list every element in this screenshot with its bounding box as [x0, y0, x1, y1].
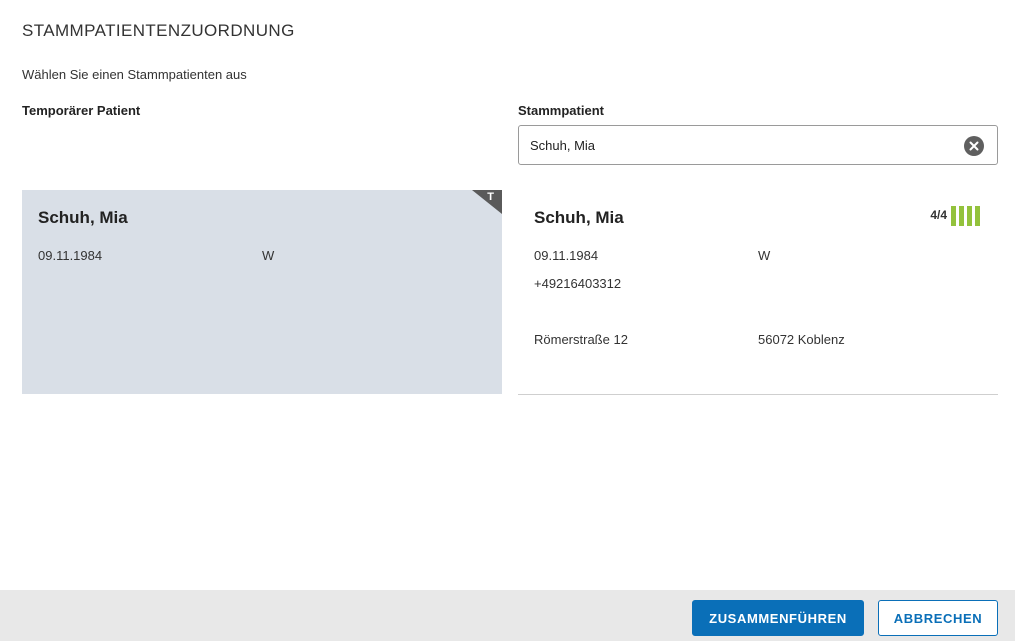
- temporary-patient-gender: W: [262, 248, 275, 263]
- master-patient-name: Schuh, Mia: [534, 208, 624, 227]
- master-patient-search-input[interactable]: [519, 126, 960, 164]
- close-icon: [969, 141, 979, 151]
- temporary-badge-label: T: [487, 191, 494, 203]
- master-patient-gender: W: [758, 248, 771, 263]
- dialog-title: STAMMPATIENTENZUORDNUNG: [22, 21, 295, 40]
- master-patient-street: Römerstraße 12: [534, 332, 628, 347]
- match-bar: [975, 206, 980, 226]
- master-patient-birthdate: 09.11.1984: [534, 248, 599, 263]
- match-score: 4/4: [930, 208, 947, 222]
- master-patient-search: [518, 125, 998, 165]
- temporary-patient-birthdate: 09.11.1984: [38, 248, 103, 263]
- temporary-patient-label: Temporärer Patient: [22, 103, 141, 118]
- match-bar: [951, 206, 956, 226]
- master-patient-label: Stammpatient: [518, 103, 604, 118]
- match-bar: [959, 206, 964, 226]
- dialog-footer: ZUSAMMENFÜHREN ABBRECHEN: [0, 590, 1015, 641]
- master-patient-result-card[interactable]: Schuh, Mia 4/4 09.11.1984 W +49216403312…: [518, 190, 998, 395]
- match-level-indicator: [951, 206, 982, 226]
- patient-assignment-dialog: STAMMPATIENTENZUORDNUNG Wählen Sie einen…: [0, 0, 1015, 641]
- temporary-patient-name: Schuh, Mia: [38, 208, 128, 227]
- merge-button[interactable]: ZUSAMMENFÜHREN: [692, 600, 864, 636]
- clear-search-button[interactable]: [964, 136, 984, 156]
- master-patient-phone: +49216403312: [534, 276, 622, 291]
- instruction-text: Wählen Sie einen Stammpatienten aus: [22, 67, 247, 82]
- temporary-patient-card: T Schuh, Mia 09.11.1984 W: [22, 190, 502, 394]
- cancel-button[interactable]: ABBRECHEN: [878, 600, 998, 636]
- match-bar: [967, 206, 972, 226]
- master-patient-city: 56072 Koblenz: [758, 332, 845, 347]
